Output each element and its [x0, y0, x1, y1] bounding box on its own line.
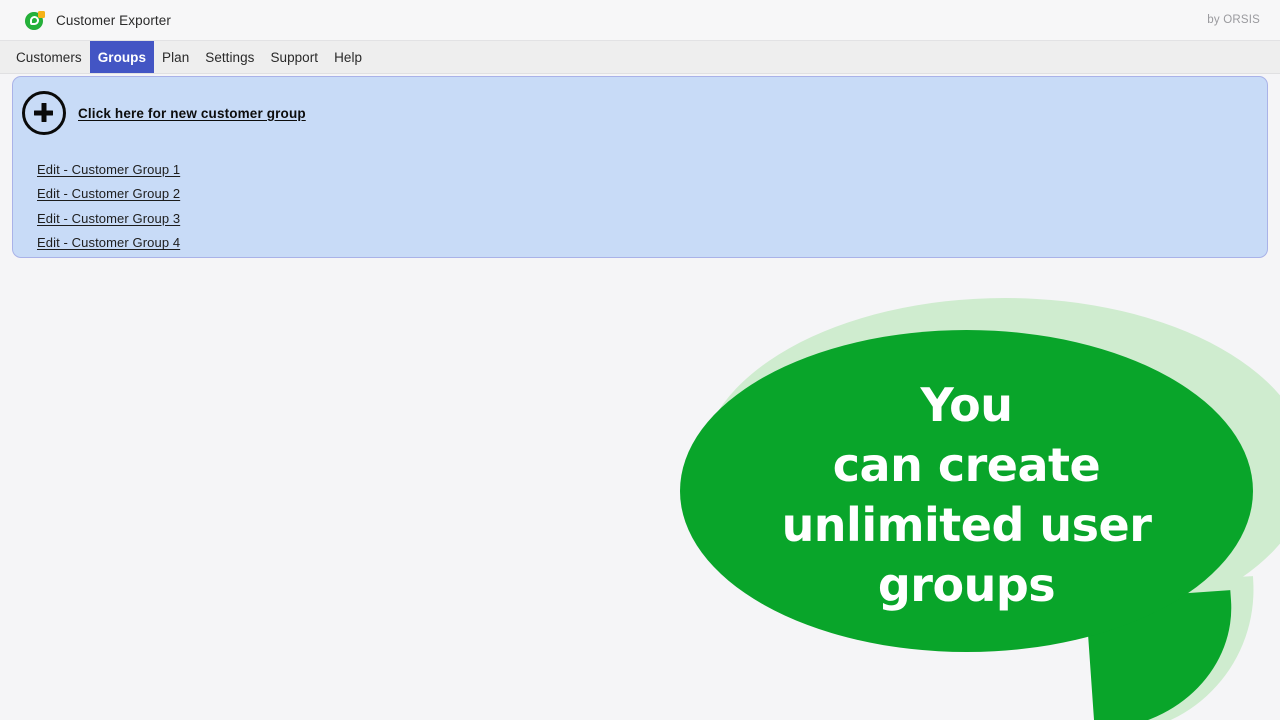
title-bar: Customer Exporter by ORSIS [0, 0, 1280, 41]
whatsapp-green-circle-icon [25, 10, 45, 30]
app-title: Customer Exporter [56, 12, 171, 28]
speech-bubble-shadow-tail [1103, 576, 1261, 720]
new-customer-group-link[interactable]: Click here for new customer group [78, 106, 306, 121]
speech-bubble-shadow [700, 298, 1280, 641]
list-item[interactable]: Edit - Customer Group 4 [37, 231, 180, 255]
tab-support[interactable]: Support [262, 41, 326, 73]
vendor-label: by ORSIS [1207, 14, 1260, 26]
promo-callout: You can create unlimited user groups [660, 285, 1280, 720]
callout-text: You can create unlimited user groups [680, 375, 1253, 615]
tab-settings[interactable]: Settings [197, 41, 262, 73]
tab-customers[interactable]: Customers [8, 41, 90, 73]
callout-line-1: You [920, 378, 1013, 432]
speech-bubble-body [680, 330, 1253, 652]
customer-groups-panel: Click here for new customer group Edit -… [12, 76, 1268, 258]
main-navigation: Customers Groups Plan Settings Support H… [0, 41, 1280, 74]
application-window: Customer Exporter by ORSIS Customers Gro… [0, 0, 1280, 720]
list-item[interactable]: Edit - Customer Group 1 [37, 158, 180, 182]
plus-circle-icon[interactable] [22, 91, 66, 135]
tab-plan[interactable]: Plan [154, 41, 197, 73]
callout-line-2: can create [832, 438, 1101, 492]
new-customer-group-action[interactable]: Click here for new customer group [22, 91, 306, 135]
tab-groups[interactable]: Groups [89, 41, 155, 73]
list-item[interactable]: Edit - Customer Group 2 [37, 182, 180, 206]
app-brand: Customer Exporter [25, 10, 171, 30]
notification-badge-icon [38, 10, 45, 18]
customer-group-list: Edit - Customer Group 1 Edit - Customer … [37, 158, 180, 256]
callout-line-3: unlimited user [781, 498, 1152, 552]
list-item[interactable]: Edit - Customer Group 3 [37, 207, 180, 231]
callout-line-4: groups [877, 558, 1056, 612]
tab-help[interactable]: Help [326, 41, 370, 73]
speech-bubble-tail [1085, 590, 1240, 720]
